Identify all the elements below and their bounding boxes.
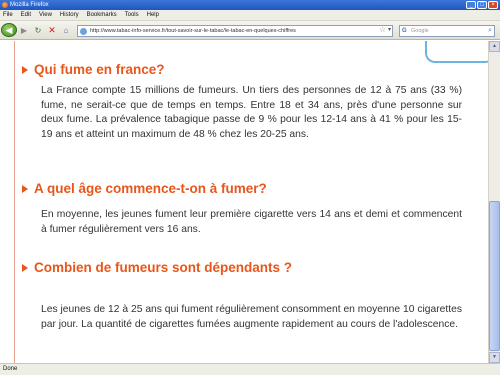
menu-view[interactable]: View xyxy=(39,12,52,18)
arrow-bullet-icon xyxy=(22,263,28,272)
heading-text: Qui fume en france? xyxy=(34,62,165,77)
status-bar: Done xyxy=(0,363,500,375)
reload-button[interactable]: ↻ xyxy=(32,24,44,37)
site-favicon-icon xyxy=(80,28,87,35)
firefox-icon xyxy=(2,2,8,8)
home-icon: ⌂ xyxy=(63,26,69,35)
search-input[interactable]: G Google ⌕ xyxy=(399,25,495,37)
navigation-toolbar: ◀ ▶ ↻ ✕ ⌂ http://www.tabac-info-service.… xyxy=(0,21,500,40)
forward-arrow-icon: ▶ xyxy=(20,26,28,35)
menu-edit[interactable]: Edit xyxy=(21,12,31,18)
stop-button[interactable]: ✕ xyxy=(46,24,58,37)
status-text: Done xyxy=(3,366,18,372)
heading-text: Combien de fumeurs sont dépendants ? xyxy=(34,260,293,275)
google-icon: G xyxy=(402,28,407,34)
section-heading-dependants: Combien de fumeurs sont dépendants ? xyxy=(22,260,292,275)
forward-button[interactable]: ▶ xyxy=(18,24,30,37)
window-controls: _ □ × xyxy=(466,1,498,9)
reload-icon: ↻ xyxy=(34,26,42,35)
url-text: http://www.tabac-info-service.fr/tout-sa… xyxy=(90,28,296,34)
heading-text: A quel âge commence-t-on à fumer? xyxy=(34,181,267,196)
section-heading-quel-age: A quel âge commence-t-on à fumer? xyxy=(22,181,267,196)
section-paragraph: La France compte 15 millions de fumeurs.… xyxy=(41,85,462,141)
section-paragraph: Les jeunes de 12 à 25 ans qui fument rég… xyxy=(41,304,462,330)
maximize-button[interactable]: □ xyxy=(477,1,487,9)
arrow-bullet-icon xyxy=(22,65,28,74)
window-title: Mozilla Firefox xyxy=(10,2,49,8)
scroll-thumb[interactable] xyxy=(489,201,500,351)
menu-tools[interactable]: Tools xyxy=(125,12,139,18)
stop-icon: ✕ xyxy=(48,25,56,35)
section-paragraph: En moyenne, les jeunes fument leur premi… xyxy=(41,209,462,235)
url-input[interactable]: http://www.tabac-info-service.fr/tout-sa… xyxy=(77,25,393,37)
menu-file[interactable]: File xyxy=(3,12,13,18)
decorative-box xyxy=(425,41,488,63)
close-button[interactable]: × xyxy=(488,1,498,9)
section-heading-qui-fume: Qui fume en france? xyxy=(22,62,165,77)
left-divider xyxy=(14,41,15,363)
scroll-up-button[interactable]: ▲ xyxy=(489,41,500,52)
home-button[interactable]: ⌂ xyxy=(60,24,72,37)
search-icon[interactable]: ⌕ xyxy=(488,27,492,35)
page-content: Qui fume en france? La France compte 15 … xyxy=(0,41,488,363)
minimize-button[interactable]: _ xyxy=(466,1,476,9)
menu-history[interactable]: History xyxy=(60,12,79,18)
bookmark-star-icon[interactable]: ☆ xyxy=(379,25,386,34)
menu-help[interactable]: Help xyxy=(147,12,159,18)
arrow-bullet-icon xyxy=(22,184,28,193)
url-dropdown-icon[interactable]: ▾ xyxy=(388,26,391,33)
browser-window: Mozilla Firefox _ □ × File Edit View His… xyxy=(0,0,500,375)
title-bar: Mozilla Firefox _ □ × xyxy=(0,0,500,10)
menu-bar: File Edit View History Bookmarks Tools H… xyxy=(0,10,500,21)
search-placeholder: Google xyxy=(411,28,429,34)
back-button[interactable]: ◀ xyxy=(1,23,17,37)
vertical-scrollbar[interactable]: ▲ ▼ xyxy=(488,41,500,363)
scroll-down-button[interactable]: ▼ xyxy=(489,352,500,363)
back-arrow-icon: ◀ xyxy=(5,24,13,35)
menu-bookmarks[interactable]: Bookmarks xyxy=(87,12,117,18)
